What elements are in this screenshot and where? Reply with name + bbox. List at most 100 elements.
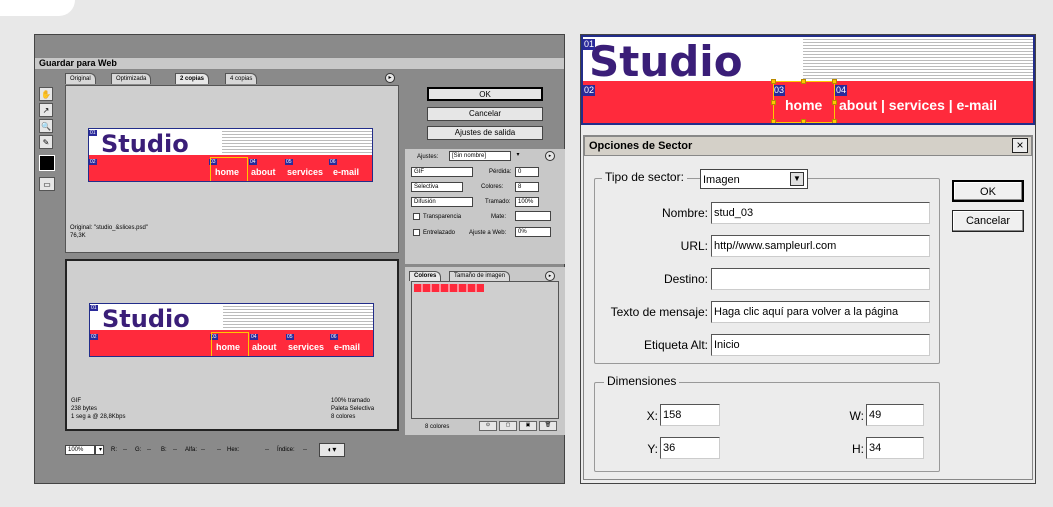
slice-type-dropdown-icon[interactable]: ▼ bbox=[790, 172, 804, 186]
resize-handle[interactable] bbox=[771, 119, 776, 123]
trash-icon[interactable]: 🗑 bbox=[539, 421, 557, 431]
tab-4-copias[interactable]: 4 copias bbox=[225, 73, 258, 84]
ok-button[interactable]: OK bbox=[952, 180, 1024, 202]
message-input[interactable]: Haga clic aquí para volver a la página bbox=[711, 301, 930, 323]
slice-05[interactable]: 05 bbox=[286, 334, 294, 340]
slice-01[interactable]: 01 bbox=[90, 305, 98, 311]
window-title: Guardar para Web bbox=[35, 57, 564, 70]
slice-04[interactable]: 04 bbox=[249, 159, 257, 165]
slice-select-tool-icon[interactable]: ↗ bbox=[39, 103, 53, 117]
tab-image-size[interactable]: Tamaño de imagen bbox=[449, 271, 511, 281]
settings-label: Ajustes: bbox=[417, 154, 439, 160]
color-table-menu-icon[interactable]: ▸ bbox=[545, 271, 555, 281]
slice-04[interactable]: 04 bbox=[250, 334, 258, 340]
y-input[interactable]: 36 bbox=[660, 437, 720, 459]
figure-tab bbox=[0, 0, 75, 16]
hand-tool-icon[interactable]: ✋ bbox=[39, 87, 53, 101]
preset-dropdown-icon[interactable]: ▾ bbox=[513, 151, 523, 161]
format-select[interactable]: GIF bbox=[411, 167, 473, 177]
nav-services[interactable]: services bbox=[288, 342, 324, 352]
alt-input[interactable]: Inicio bbox=[711, 334, 930, 356]
ok-button[interactable]: OK bbox=[427, 87, 543, 101]
matte-label: Mate: bbox=[491, 214, 507, 220]
eyedropper-tool-icon[interactable]: ✎ bbox=[39, 135, 53, 149]
resize-handle[interactable] bbox=[801, 79, 806, 84]
colors-label: Colores: bbox=[481, 184, 504, 190]
swatch-row[interactable] bbox=[414, 284, 484, 292]
preset-select[interactable]: [Sin nombre] bbox=[449, 151, 511, 161]
slice-06[interactable]: 06 bbox=[330, 334, 338, 340]
tab-2-copias[interactable]: 2 copias bbox=[175, 73, 210, 84]
zoom-tool-icon[interactable]: 🔍 bbox=[39, 119, 53, 133]
url-input[interactable]: http//www.sampleurl.com bbox=[711, 235, 930, 257]
interlaced-checkbox[interactable] bbox=[413, 229, 420, 236]
slice-02[interactable]: 02 bbox=[89, 159, 97, 165]
target-label: Destino: bbox=[663, 272, 708, 286]
color-swatches bbox=[411, 281, 559, 419]
view-menu-icon[interactable]: ▸ bbox=[385, 73, 395, 83]
nav-about[interactable]: about bbox=[251, 167, 276, 177]
dither-info: 100% tramado bbox=[331, 398, 371, 404]
w-input[interactable]: 49 bbox=[866, 404, 924, 426]
color-table-panel: Colores Tamaño de imagen ▸ 8 colores ⊙ ▢… bbox=[405, 267, 565, 435]
url-label: URL: bbox=[680, 239, 708, 253]
lossy-label: Pérdida: bbox=[489, 169, 512, 175]
resize-handle[interactable] bbox=[771, 100, 776, 105]
slice-01-large[interactable]: 01 bbox=[583, 39, 596, 50]
preview-pane-optimized: Studio 01 02 03 04 05 06 home about serv… bbox=[65, 259, 399, 431]
hex-value: -- bbox=[217, 447, 221, 453]
matte-select[interactable] bbox=[515, 211, 551, 221]
resize-handle[interactable] bbox=[771, 79, 776, 84]
cancel-button[interactable]: Cancelar bbox=[427, 107, 543, 121]
target-input[interactable] bbox=[711, 268, 930, 290]
tab-original[interactable]: Original bbox=[65, 73, 96, 84]
color-swatch[interactable] bbox=[39, 155, 55, 171]
color-count: 8 colores bbox=[425, 424, 450, 430]
banner-preview-bottom: Studio 01 02 03 04 05 06 home about serv… bbox=[89, 303, 374, 357]
close-icon[interactable]: × bbox=[1012, 138, 1028, 153]
nav-services[interactable]: services bbox=[287, 167, 323, 177]
slice-06[interactable]: 06 bbox=[329, 159, 337, 165]
selected-slice-outline bbox=[211, 332, 249, 356]
lock-icon[interactable]: ▢ bbox=[499, 421, 517, 431]
slice-02[interactable]: 02 bbox=[90, 334, 98, 340]
nav-email[interactable]: e-mail bbox=[333, 167, 359, 177]
dither-input[interactable]: 100% bbox=[515, 197, 539, 207]
resize-handle[interactable] bbox=[801, 119, 806, 123]
slice-02-large[interactable]: 02 bbox=[583, 85, 596, 96]
nav-links-large[interactable]: about | services | e-mail bbox=[839, 97, 997, 113]
tab-optimizada[interactable]: Optimizada bbox=[111, 73, 152, 84]
size-info: 238 bytes bbox=[71, 406, 98, 412]
zoom-dropdown-icon[interactable]: ▾ bbox=[95, 445, 104, 455]
brand-text: Studio bbox=[101, 130, 189, 158]
dimensions-legend: Dimensiones bbox=[604, 374, 680, 388]
dither-algo-select[interactable]: Difusión bbox=[411, 197, 473, 207]
output-settings-button[interactable]: Ajustes de salida bbox=[427, 126, 543, 140]
status-bar: 100% ▾ R: -- G: -- B: -- Alfa: -- -- Hex… bbox=[65, 443, 405, 457]
slice-05[interactable]: 05 bbox=[285, 159, 293, 165]
browser-preview-icon[interactable]: ◐▾ bbox=[319, 443, 345, 457]
slice-01[interactable]: 01 bbox=[89, 130, 97, 136]
new-color-icon[interactable]: ▣ bbox=[519, 421, 537, 431]
colors-input[interactable]: 8 bbox=[515, 182, 539, 192]
lossy-input[interactable]: 0 bbox=[515, 167, 539, 177]
slice-04-large[interactable]: 04 bbox=[835, 85, 848, 96]
map-icon[interactable]: ⊙ bbox=[479, 421, 497, 431]
h-input[interactable]: 34 bbox=[866, 437, 924, 459]
transparency-checkbox[interactable] bbox=[413, 213, 420, 220]
toolbox: ✋ ↗ 🔍 ✎ ▭ bbox=[37, 87, 61, 197]
zoom-select[interactable]: 100% bbox=[65, 445, 95, 455]
name-input[interactable]: stud_03 bbox=[711, 202, 930, 224]
x-input[interactable]: 158 bbox=[660, 404, 720, 426]
reduction-select[interactable]: Selectiva bbox=[411, 182, 463, 192]
web-snap-input[interactable]: 0% bbox=[515, 227, 551, 237]
resize-handle[interactable] bbox=[832, 119, 837, 123]
nav-about[interactable]: about bbox=[252, 342, 277, 352]
cancel-button[interactable]: Cancelar bbox=[952, 210, 1024, 232]
settings-menu-icon[interactable]: ▸ bbox=[545, 151, 555, 161]
toggle-slices-icon[interactable]: ▭ bbox=[39, 177, 55, 191]
tab-colores[interactable]: Colores bbox=[409, 271, 442, 281]
resize-handle[interactable] bbox=[832, 79, 837, 84]
resize-handle[interactable] bbox=[832, 100, 837, 105]
nav-email[interactable]: e-mail bbox=[334, 342, 360, 352]
